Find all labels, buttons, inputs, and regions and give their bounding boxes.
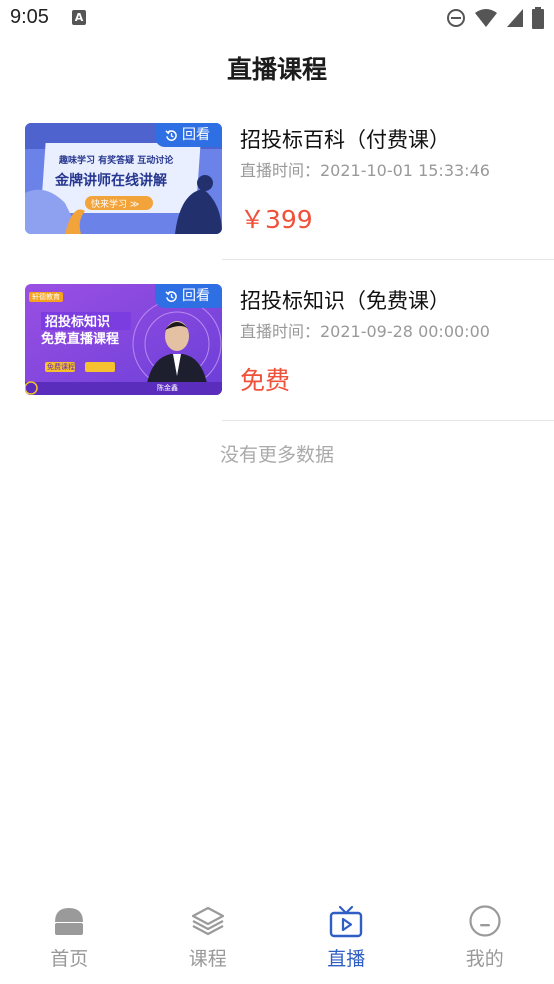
divider xyxy=(222,420,554,421)
tab-label: 首页 xyxy=(50,948,89,970)
course-time: 直播时间：2021-10-01 15:33:46 xyxy=(240,161,490,180)
replay-label: 回看 xyxy=(182,288,210,304)
tab-label: 直播 xyxy=(327,948,366,970)
tab-label: 课程 xyxy=(188,948,227,970)
page-title: 直播课程 xyxy=(226,55,327,84)
tab-label: 我的 xyxy=(465,948,504,970)
thumb-line1: 趣味学习 有奖答疑 互动讨论 xyxy=(59,156,174,166)
tab-profile[interactable]: 我的 xyxy=(416,890,554,984)
tab-live[interactable]: 直播 xyxy=(277,890,416,984)
layers-icon xyxy=(191,904,225,938)
course-price: ￥399 xyxy=(240,205,313,234)
thumb-button: 免费课程 xyxy=(47,363,75,371)
course-price: 免费 xyxy=(240,366,291,395)
course-title[interactable]: 招投标知识（免费课） xyxy=(240,285,450,315)
thumb-tag: 轩德教育 xyxy=(29,292,63,302)
home-icon xyxy=(52,904,86,938)
no-more-data: 没有更多数据 xyxy=(219,444,334,466)
thumb-line2: 免费直播课程 xyxy=(41,332,120,347)
course-thumbnail[interactable]: 轩德教育 招投标知识 免费直播课程 免费课程 陈金鑫 回看 xyxy=(25,284,222,395)
status-icons xyxy=(446,7,544,29)
replay-icon xyxy=(165,129,177,141)
course-thumbnail[interactable]: 趣味学习 有奖答疑 互动讨论 金牌讲师在线讲解 快来学习 ≫ 回看 xyxy=(25,123,222,234)
replay-badge[interactable]: 回看 xyxy=(155,123,222,147)
live-tv-icon xyxy=(329,904,363,938)
profile-icon xyxy=(468,904,502,938)
bottom-tab-bar: 首页 课程 直播 我的 xyxy=(0,890,554,984)
tab-course[interactable]: 课程 xyxy=(139,890,278,984)
course-title[interactable]: 招投标百科（付费课） xyxy=(240,124,450,154)
a-icon: A xyxy=(72,10,86,25)
course-item[interactable]: 轩德教育 招投标知识 免费直播课程 免费课程 陈金鑫 回看 招投标知识（免费课）… xyxy=(0,261,554,421)
tab-home[interactable]: 首页 xyxy=(0,890,139,984)
status-time: 9:05 xyxy=(10,6,49,28)
replay-badge[interactable]: 回看 xyxy=(155,284,222,308)
replay-icon xyxy=(165,290,177,302)
thumb-person-name: 陈金鑫 xyxy=(157,384,178,392)
dnd-icon xyxy=(447,9,465,27)
signal-icon xyxy=(507,9,523,27)
thumb-button: 快来学习 ≫ xyxy=(91,200,140,210)
course-item[interactable]: 趣味学习 有奖答疑 互动讨论 金牌讲师在线讲解 快来学习 ≫ 回看 招投标百科（… xyxy=(0,100,554,260)
status-bar: 9:05 A xyxy=(0,0,554,36)
wifi-icon xyxy=(475,9,497,27)
thumb-line2: 金牌讲师在线讲解 xyxy=(55,173,167,189)
battery-icon xyxy=(532,7,544,29)
divider xyxy=(222,259,554,260)
replay-label: 回看 xyxy=(182,127,210,143)
course-time: 直播时间：2021-09-28 00:00:00 xyxy=(240,322,490,341)
